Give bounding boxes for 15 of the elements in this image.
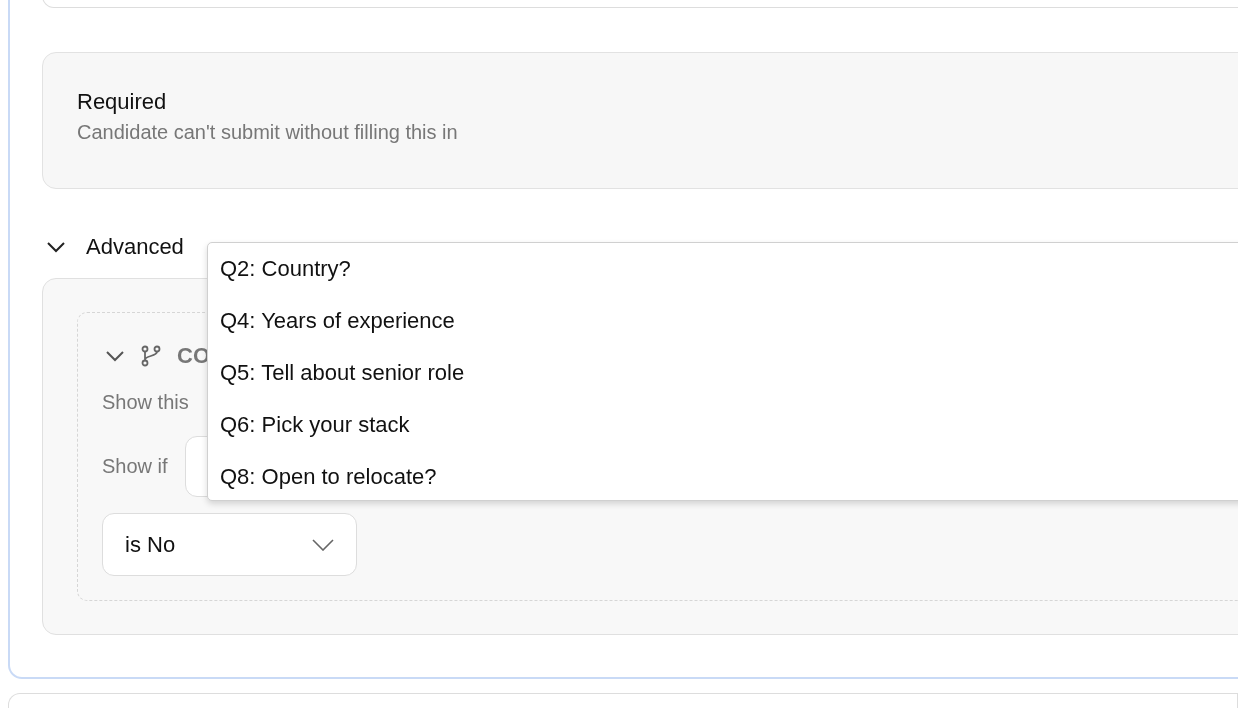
dropdown-option[interactable]: Q5: Tell about senior role: [208, 347, 1238, 399]
caret-icon: [312, 538, 334, 551]
operator-select[interactable]: is No: [102, 513, 357, 576]
required-description: Candidate can't submit without filling this in: [77, 121, 459, 144]
advanced-toggle[interactable]: Advanced: [86, 234, 184, 260]
dropdown-option[interactable]: Q6: Pick your stack: [208, 399, 1238, 451]
dropdown-option[interactable]: Q4: Years of experience: [208, 295, 1238, 347]
branch-icon: [141, 345, 161, 367]
show-if-label: Show if: [102, 455, 168, 478]
condition-description: Show this: [102, 391, 190, 414]
chevron-icon[interactable]: [105, 350, 125, 362]
chevron-icon[interactable]: [46, 241, 66, 253]
dropdown-option[interactable]: Q8: Open to relocate?: [208, 451, 1238, 503]
required-title: Required: [77, 89, 168, 115]
dropdown-option[interactable]: Q2: Country?: [208, 243, 1238, 295]
